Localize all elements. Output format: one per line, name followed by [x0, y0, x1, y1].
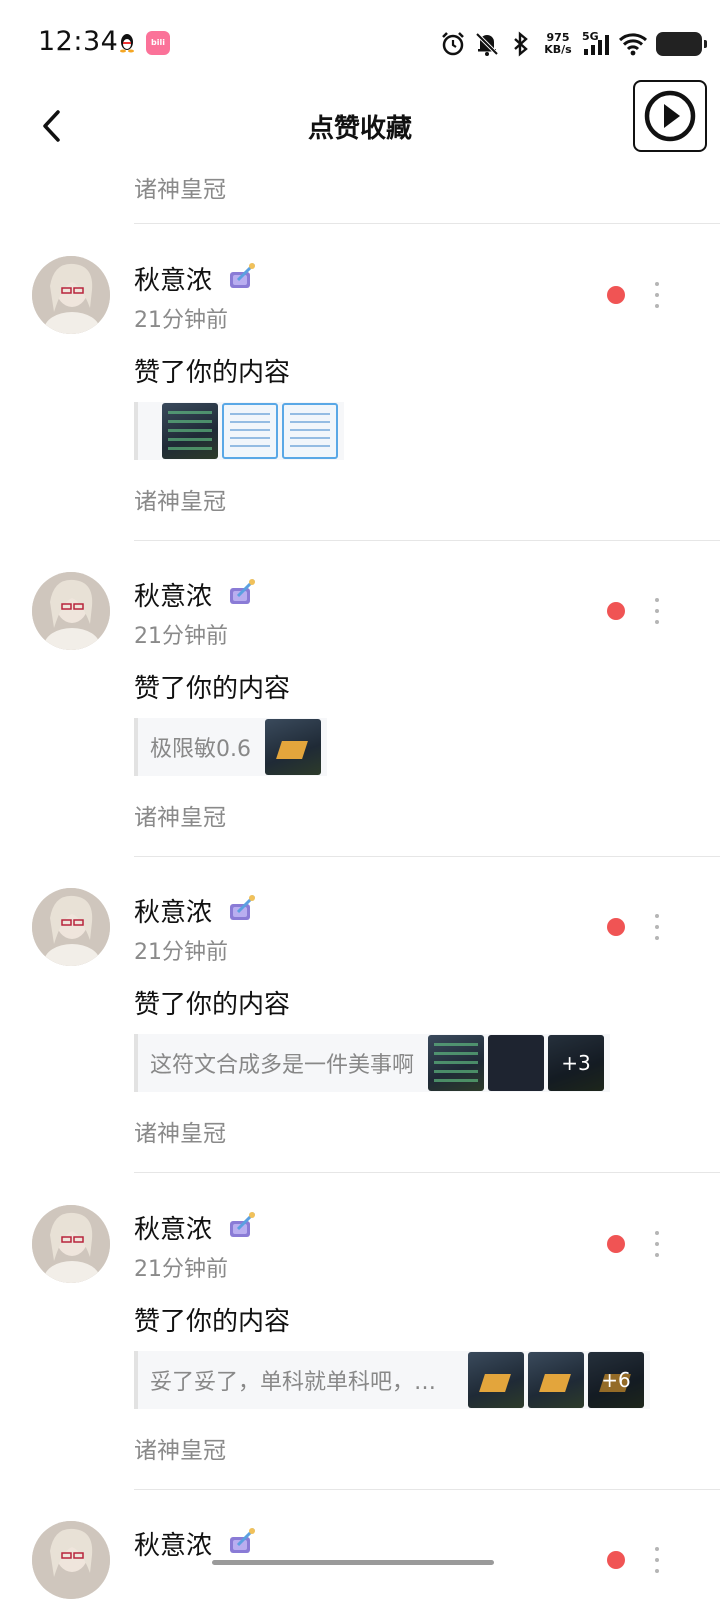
thumbnail: [488, 1035, 545, 1091]
divider: [134, 856, 720, 857]
user-name[interactable]: 秋意浓: [134, 1525, 212, 1562]
divider: [134, 1489, 720, 1490]
qq-penguin-icon: [120, 34, 134, 53]
signal-icon: 5G: [582, 31, 610, 57]
unread-dot: [607, 1551, 625, 1569]
thumbnail: [265, 719, 321, 775]
list-item[interactable]: 秋意浓 21分钟前 赞了你的内容 极限敏0.6 诸神皇冠: [0, 572, 720, 888]
wifi-icon: [618, 33, 648, 56]
page-title: 点赞收藏: [307, 114, 412, 144]
source-label[interactable]: 诸神皇冠: [134, 798, 226, 832]
thumbnail: [468, 1352, 525, 1408]
more-options-button[interactable]: [646, 1231, 668, 1257]
action-text: 赞了你的内容: [134, 990, 291, 1020]
quoted-text: 妥了妥了，单科就单科吧，…: [150, 1370, 437, 1395]
network-speed-unit: KB/s: [544, 43, 572, 56]
status-icons: 975 KB/s 5G: [440, 28, 707, 60]
thumbnail: +6: [588, 1352, 645, 1408]
source-label[interactable]: 诸神皇冠: [134, 1114, 226, 1148]
quoted-text: 这符文合成多是一件美事啊: [150, 1053, 415, 1078]
alarm-icon: [442, 32, 464, 56]
timestamp: 21分钟前: [134, 308, 228, 333]
play-circle-icon: [644, 90, 696, 142]
timestamp: 21分钟前: [134, 624, 228, 649]
avatar[interactable]: [32, 572, 110, 650]
app-header: 点赞收藏: [0, 80, 720, 164]
user-name[interactable]: 秋意浓: [134, 260, 212, 297]
user-name[interactable]: 秋意浓: [134, 1209, 212, 1246]
unread-dot: [607, 1235, 625, 1253]
thumbnail: [528, 1352, 585, 1408]
home-indicator[interactable]: [212, 1560, 494, 1565]
timestamp: 21分钟前: [134, 940, 228, 965]
quoted-content[interactable]: 极限敏0.6: [134, 718, 327, 776]
unread-dot: [607, 286, 625, 304]
avatar[interactable]: [32, 1521, 110, 1599]
list-item[interactable]: 秋意浓 21分钟前 赞了你的内容 这符文合成多是一件美事啊 +3 诸神皇冠: [0, 888, 720, 1204]
source-label[interactable]: 诸神皇冠: [134, 482, 226, 516]
divider: [134, 540, 720, 541]
status-bar: 12:34 bili 975 KB/s 5G: [0, 0, 720, 88]
badge-icon: [230, 1527, 256, 1553]
thumbnail: [282, 403, 338, 459]
floating-play-button[interactable]: [633, 80, 707, 152]
battery-icon: [656, 32, 707, 56]
unread-dot: [607, 918, 625, 936]
thumbnail: +3: [548, 1035, 605, 1091]
timestamp: 21分钟前: [134, 1257, 228, 1282]
unread-dot: [607, 602, 625, 620]
more-options-button[interactable]: [646, 282, 668, 308]
more-options-button[interactable]: [646, 914, 668, 940]
avatar[interactable]: [32, 888, 110, 966]
more-images-count: +3: [548, 1035, 605, 1091]
bilibili-icon: bili: [146, 31, 170, 55]
source-label[interactable]: 诸神皇冠: [134, 1431, 226, 1465]
quoted-text: 极限敏0.6: [150, 737, 251, 762]
more-options-button[interactable]: [646, 598, 668, 624]
badge-icon: [230, 894, 256, 920]
thumbnail: [222, 403, 278, 459]
user-name[interactable]: 秋意浓: [134, 892, 212, 929]
more-images-count: +6: [588, 1352, 645, 1408]
action-text: 赞了你的内容: [134, 674, 291, 704]
badge-icon: [230, 578, 256, 604]
bell-off-icon: [475, 32, 499, 56]
user-name[interactable]: 秋意浓: [134, 576, 212, 613]
avatar[interactable]: [32, 1205, 110, 1283]
list-item[interactable]: 秋意浓 21分钟前 赞了你的内容 妥了妥了，单科就单科吧，… +6 诸神皇冠: [0, 1205, 720, 1521]
divider: [134, 223, 720, 224]
list-item[interactable]: 秋意浓 21分钟前 赞了你的内容 诸神皇冠: [0, 256, 720, 572]
quoted-content[interactable]: 妥了妥了，单科就单科吧，… +6: [134, 1351, 651, 1409]
action-text: 赞了你的内容: [134, 358, 291, 388]
action-text: 赞了你的内容: [134, 1307, 291, 1337]
more-options-button[interactable]: [646, 1547, 668, 1573]
source-label[interactable]: 诸神皇冠: [134, 170, 226, 204]
thumbnail: [428, 1035, 485, 1091]
badge-icon: [230, 1211, 256, 1237]
badge-icon: [230, 262, 256, 288]
network-speed: 975 KB/s: [542, 32, 574, 56]
quoted-content[interactable]: 这符文合成多是一件美事啊 +3: [134, 1034, 611, 1092]
thumbnail: [162, 403, 218, 459]
divider: [134, 1172, 720, 1173]
status-time: 12:34: [38, 26, 119, 57]
bluetooth-icon: [514, 31, 528, 57]
avatar[interactable]: [32, 256, 110, 334]
quoted-content[interactable]: [134, 402, 344, 460]
